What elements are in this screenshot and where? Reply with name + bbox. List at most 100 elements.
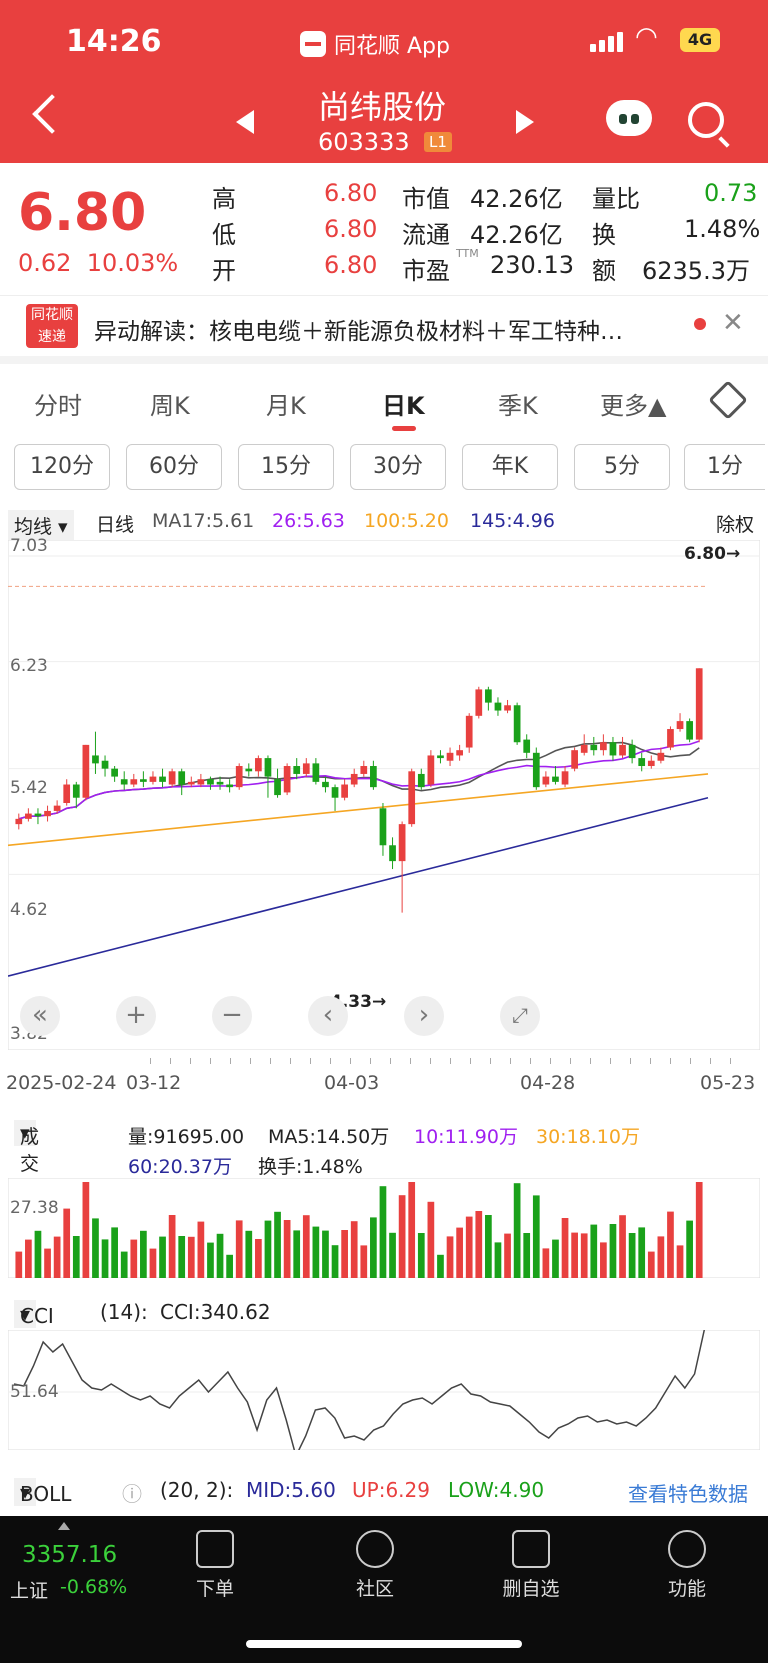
news-text[interactable]: 异动解读：核电电缆＋新能源负极材料＋军工特种…: [94, 312, 623, 346]
interval-1[interactable]: 1分: [684, 444, 765, 490]
candle-body: [111, 768, 118, 777]
quote-label: 换: [592, 221, 616, 249]
cci-select[interactable]: CCI ▾: [14, 1300, 54, 1328]
interval-60[interactable]: 60分: [126, 444, 222, 490]
news-banner[interactable]: 同花顺 速递 异动解读：核电电缆＋新能源负极材料＋军工特种… ✕: [0, 295, 768, 364]
price-change: 0.62 10.03%: [18, 249, 179, 277]
cci-chart[interactable]: 51.64: [7, 1329, 761, 1459]
next-stock-icon[interactable]: [516, 110, 534, 134]
candle-body: [513, 705, 521, 743]
adjust-toggle[interactable]: 除权: [716, 510, 754, 537]
prev-stock-icon[interactable]: [236, 110, 254, 134]
stock-code: 603333: [318, 128, 410, 156]
settings-icon[interactable]: [708, 380, 748, 420]
volume-bar: [34, 1230, 42, 1278]
status-time: 14:26: [66, 24, 162, 59]
cci-value: CCI:340.62: [160, 1300, 271, 1324]
volume-select[interactable]: 成交量 ▾: [14, 1120, 39, 1202]
volume-bar: [92, 1218, 99, 1278]
zoom-in-icon[interactable]: +: [116, 996, 156, 1036]
search-icon[interactable]: [688, 102, 724, 138]
boll-legend: BOLL ▾ ⓘ (20, 2): MID:5.60 UP:6.29 LOW:4…: [0, 1474, 768, 1512]
zoom-left-icon[interactable]: «: [20, 996, 60, 1036]
volume-svg: [7, 1177, 761, 1279]
feature-data-link[interactable]: 查看特色数据: [628, 1478, 748, 1507]
y-tick: 7.03: [10, 536, 48, 556]
candle-body: [235, 766, 243, 788]
candle-body: [350, 773, 358, 785]
nav-remove-watchlist[interactable]: 删自选: [486, 1530, 576, 1601]
interval-120[interactable]: 120分: [14, 444, 110, 490]
interval-15[interactable]: 15分: [238, 444, 334, 490]
close-icon[interactable]: ✕: [722, 308, 744, 338]
status-app-name: 同花顺 App: [334, 34, 450, 59]
candle-body: [101, 760, 109, 769]
order-icon: [196, 1530, 234, 1568]
ma-type: 日线: [96, 514, 135, 536]
tab-month[interactable]: 月K: [266, 386, 306, 421]
tab-day[interactable]: 日K: [382, 386, 425, 421]
volume-bar: [25, 1239, 32, 1278]
interval-year[interactable]: 年K: [462, 444, 558, 490]
volume-bar: [293, 1230, 301, 1278]
quote-value: 230.13: [490, 251, 574, 279]
candle-body: [695, 668, 703, 740]
volume-bar: [197, 1221, 205, 1278]
candle-body: [130, 779, 138, 785]
prev-icon[interactable]: ‹: [308, 996, 348, 1036]
candle-body: [283, 766, 291, 793]
tab-more[interactable]: 更多▲: [600, 386, 666, 421]
volume-bar: [389, 1232, 396, 1278]
tab-season[interactable]: 季K: [498, 386, 538, 421]
volume-bar: [53, 1236, 61, 1278]
nav-order[interactable]: 下单: [170, 1530, 260, 1601]
next-icon[interactable]: ›: [404, 996, 444, 1036]
candle-body: [628, 744, 636, 759]
volume-bar: [398, 1195, 406, 1278]
interval-5[interactable]: 5分: [574, 444, 670, 490]
back-icon[interactable]: [32, 94, 72, 134]
candle-body: [120, 779, 128, 785]
cci-tick: 51.64: [10, 1382, 59, 1402]
candle-body: [532, 752, 540, 788]
volume-chart[interactable]: 27.38: [7, 1177, 761, 1279]
interval-30[interactable]: 30分: [350, 444, 446, 490]
boll-select[interactable]: BOLL ▾: [14, 1478, 71, 1506]
volume-bar: [283, 1220, 291, 1278]
quote-label: 开: [212, 257, 236, 285]
kline-chart[interactable]: 7.03 6.23 5.42 4.62 3.82 6.80→ 4.33→ « +…: [7, 536, 761, 1051]
vol-ma30: 30:18.10万: [536, 1126, 640, 1148]
tab-week[interactable]: 周K: [150, 386, 190, 421]
quote-value: 0.73: [704, 179, 758, 207]
volume-bar: [465, 1216, 473, 1278]
candle-body: [207, 779, 214, 785]
volume-bar: [523, 1233, 531, 1278]
fullscreen-icon[interactable]: ⤢: [500, 996, 540, 1036]
high-label: 6.80→: [684, 544, 741, 564]
candle-body: [72, 784, 80, 798]
volume-bar: [408, 1182, 416, 1278]
candle-body: [274, 779, 281, 796]
nav-community[interactable]: 社区: [330, 1530, 420, 1601]
expand-icon[interactable]: [58, 1522, 70, 1530]
cci-svg: [7, 1329, 761, 1459]
volume-bar: [15, 1251, 23, 1278]
index-value[interactable]: 3357.16: [22, 1542, 117, 1568]
volume-bar: [437, 1254, 444, 1278]
volume-bar: [130, 1239, 138, 1278]
candle-body: [44, 810, 51, 817]
volume-bar: [494, 1242, 502, 1278]
candle-body: [647, 760, 655, 767]
nav-functions[interactable]: 功能: [642, 1530, 732, 1601]
zoom-out-icon[interactable]: −: [212, 996, 252, 1036]
volume-bar: [647, 1251, 655, 1278]
help-icon[interactable]: ⓘ: [122, 1478, 142, 1507]
robot-assistant-icon[interactable]: [606, 100, 652, 136]
tab-fenshi[interactable]: 分时: [34, 386, 82, 421]
candle-body: [63, 784, 71, 804]
candle-body: [475, 689, 483, 716]
volume-bar: [609, 1224, 617, 1278]
vol-tick: 27.38: [10, 1198, 59, 1218]
volume-bar: [571, 1232, 578, 1278]
candle-body: [408, 771, 416, 825]
